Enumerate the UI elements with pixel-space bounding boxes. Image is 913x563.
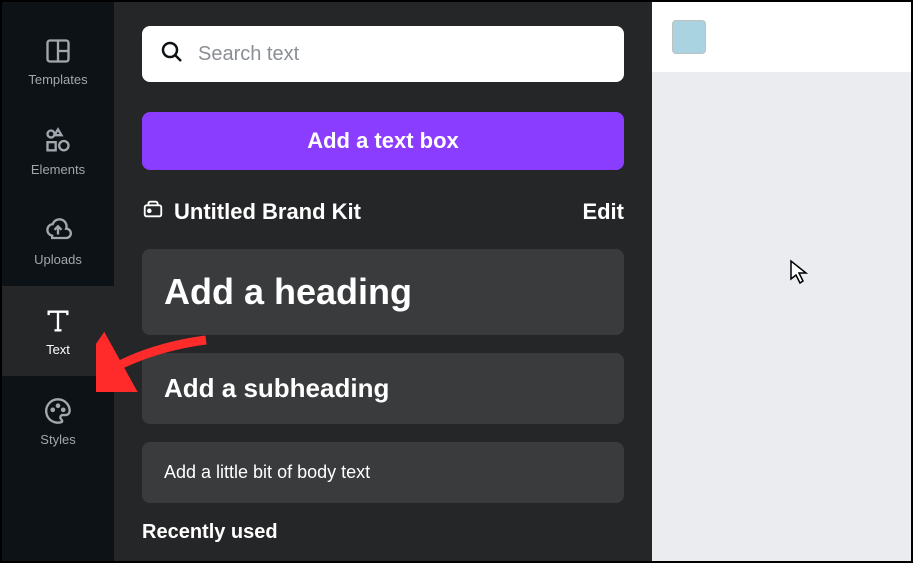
sidebar-item-label: Templates	[28, 72, 87, 87]
styles-icon	[43, 396, 73, 426]
search-icon	[160, 40, 184, 69]
sidebar-item-label: Text	[46, 342, 70, 357]
templates-icon	[43, 36, 73, 66]
sidebar-item-text[interactable]: Text	[2, 286, 114, 376]
search-box[interactable]	[142, 26, 624, 82]
text-icon	[43, 306, 73, 336]
brand-kit-icon	[142, 198, 164, 225]
canvas-toolbar	[652, 2, 911, 72]
add-subheading-option[interactable]: Add a subheading	[142, 353, 624, 424]
brand-kit-row: Untitled Brand Kit Edit	[142, 198, 624, 225]
add-text-box-button[interactable]: Add a text box	[142, 112, 624, 170]
add-heading-option[interactable]: Add a heading	[142, 249, 624, 335]
elements-icon	[43, 126, 73, 156]
search-input[interactable]	[198, 43, 606, 66]
color-swatch[interactable]	[672, 20, 706, 54]
recently-used-heading: Recently used	[142, 521, 624, 544]
sidebar-item-styles[interactable]: Styles	[2, 376, 114, 466]
sidebar-item-label: Styles	[40, 432, 75, 447]
brand-kit-name: Untitled Brand Kit	[174, 199, 361, 225]
uploads-icon	[43, 216, 73, 246]
canvas-area[interactable]	[652, 2, 911, 561]
nav-sidebar: Templates Elements Uploads Text Styles	[2, 2, 114, 561]
text-panel: Add a text box Untitled Brand Kit Edit A…	[114, 2, 652, 561]
sidebar-item-label: Elements	[31, 162, 85, 177]
sidebar-item-templates[interactable]: Templates	[2, 16, 114, 106]
edit-brand-kit-link[interactable]: Edit	[582, 199, 624, 225]
sidebar-item-uploads[interactable]: Uploads	[2, 196, 114, 286]
sidebar-item-elements[interactable]: Elements	[2, 106, 114, 196]
sidebar-item-label: Uploads	[34, 252, 82, 267]
add-body-text-option[interactable]: Add a little bit of body text	[142, 442, 624, 503]
